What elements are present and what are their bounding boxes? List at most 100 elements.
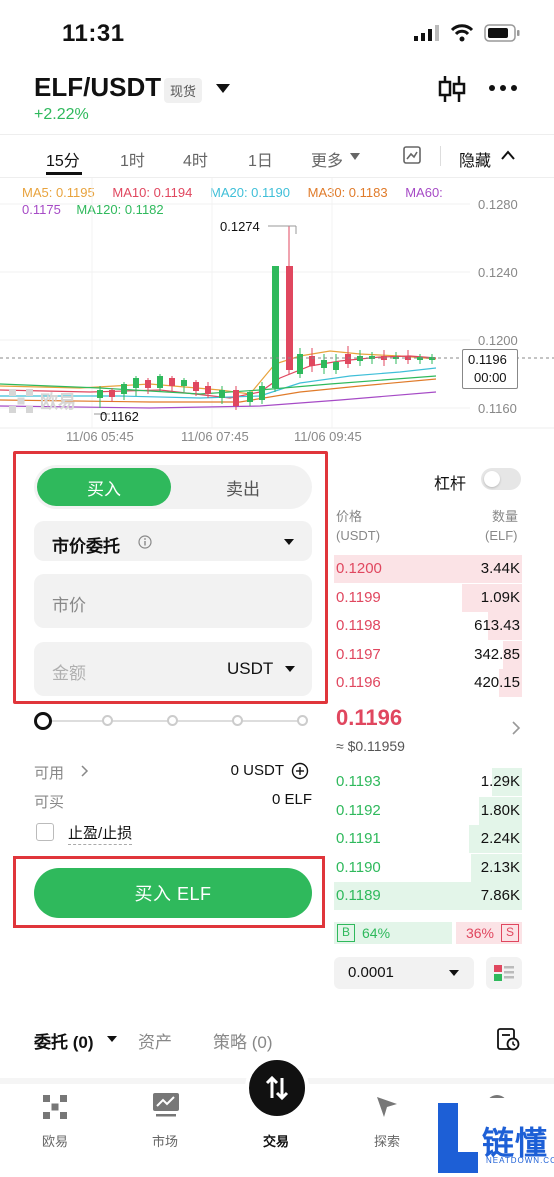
can-buy-value: 0 ELF (271, 791, 312, 808)
ask-row[interactable]: 0.1197 342.85 (334, 640, 522, 669)
candlestick-icon[interactable] (438, 74, 466, 104)
battery-icon (484, 24, 520, 42)
nav-explore[interactable]: 探索 (374, 1131, 400, 1150)
bid-row[interactable]: 0.1189 7.86K (334, 882, 522, 910)
kline-chart[interactable] (0, 178, 554, 446)
low-price-label: 0.1162 (100, 409, 139, 424)
buy-submit-button[interactable]: 买入 ELF (34, 868, 312, 918)
orders-caret-icon (107, 1036, 117, 1042)
ask-price: 0.1198 (336, 617, 381, 634)
nav-okx[interactable]: 欧易 (42, 1131, 68, 1150)
available-label: 可用 (34, 765, 65, 782)
price-header: 价格 (336, 509, 363, 524)
orderbook-layout-icon (494, 965, 514, 981)
qty-unit: (ELF) (485, 528, 518, 543)
bid-price: 0.1193 (336, 773, 381, 790)
depth-precision-value: 0.0001 (348, 964, 394, 981)
chevron-up-icon[interactable] (500, 149, 516, 161)
bid-price: 0.1190 (336, 858, 381, 876)
nav-trade[interactable]: 交易 (263, 1131, 289, 1150)
market-icon[interactable] (152, 1092, 180, 1118)
tp-sl-checkbox[interactable] (36, 823, 54, 841)
ask-price: 0.1197 (336, 645, 381, 663)
info-icon[interactable] (138, 535, 152, 549)
x-tick-1: 11/06 05:45 (66, 429, 134, 444)
mid-price[interactable]: 0.1196 (336, 705, 402, 731)
transfer-plus-icon[interactable] (291, 762, 309, 780)
explore-icon[interactable] (374, 1094, 400, 1120)
nav-market[interactable]: 市场 (152, 1131, 178, 1150)
tab-orders[interactable]: 委托 (0) (34, 1028, 94, 1053)
depth-caret-icon (449, 970, 459, 976)
status-icons (414, 24, 520, 42)
chart-watermark: 欧易 (8, 388, 76, 414)
spot-badge: 现货 (164, 78, 203, 103)
sell-ratio-value: 36% (465, 925, 494, 941)
bid-price: 0.1189 (336, 887, 381, 904)
y-tick-3: 0.1200 (478, 333, 518, 348)
ask-qty: 613.43 (474, 617, 520, 634)
chevron-right-icon[interactable] (511, 720, 521, 736)
can-buy-label: 可买 (34, 794, 65, 811)
tab-15m[interactable]: 15分 (46, 147, 80, 171)
sell-ratio-letter: S (501, 924, 519, 942)
order-type-label: 市价委托 (52, 537, 120, 556)
amount-unit-caret-icon (285, 666, 295, 672)
amount-unit-select[interactable]: USDT (227, 659, 273, 679)
more-icon[interactable] (488, 84, 518, 92)
watermark-subtext: NEATDOWN.COM (486, 1156, 554, 1165)
ask-qty: 3.44K (480, 560, 520, 577)
tab-strategy[interactable]: 策略 (0) (213, 1028, 273, 1053)
bid-qty: 7.86K (480, 887, 520, 904)
tab-1d[interactable]: 1日 (248, 147, 273, 171)
bid-price: 0.1192 (336, 801, 381, 819)
trade-arrows-icon (265, 1075, 289, 1101)
bid-qty: 1.29K (480, 773, 520, 790)
slider-step-100[interactable] (297, 715, 308, 726)
watermark-text: 欧易 (40, 392, 76, 412)
slider-step-50[interactable] (167, 715, 178, 726)
tab-1h[interactable]: 1时 (120, 147, 145, 171)
status-time: 11:31 (62, 20, 125, 47)
ask-price: 0.1196 (336, 674, 381, 691)
okx-logo-icon (9, 389, 33, 413)
more-caret-icon (350, 153, 360, 160)
bid-row[interactable]: 0.1190 2.13K (334, 853, 522, 882)
bid-row[interactable]: 0.1193 1.29K (334, 768, 522, 796)
buy-ratio-value: 64% (362, 925, 391, 941)
slider-step-25[interactable] (102, 715, 113, 726)
ask-qty: 342.85 (474, 645, 520, 663)
slider-step-75[interactable] (232, 715, 243, 726)
ask-row[interactable]: 0.1196 420.15 (334, 669, 522, 697)
y-tick-4: 0.1160 (478, 401, 517, 416)
tab-assets[interactable]: 资产 (138, 1028, 172, 1053)
bid-row[interactable]: 0.1191 2.24K (334, 825, 522, 853)
slider-thumb[interactable] (34, 712, 52, 730)
order-history-icon[interactable] (496, 1026, 520, 1052)
watermark-logo-base (438, 1152, 478, 1173)
price-change: +2.22% (34, 106, 89, 123)
tab-more[interactable]: 更多 (311, 147, 343, 171)
pair-title[interactable]: ELF/USDT (34, 72, 161, 103)
chevron-right-icon[interactable] (80, 765, 90, 777)
okx-home-icon[interactable] (42, 1094, 68, 1120)
tab-4h[interactable]: 4时 (183, 147, 208, 171)
ask-row[interactable]: 0.1198 613.43 (334, 612, 522, 640)
signal-icon (414, 25, 439, 41)
ask-price: 0.1199 (336, 588, 381, 606)
pair-dropdown-icon[interactable] (216, 84, 230, 93)
y-tick-2: 0.1240 (478, 265, 518, 280)
amount-placeholder: 金额 (52, 664, 86, 683)
bid-row[interactable]: 0.1192 1.80K (334, 796, 522, 825)
tp-sl-label[interactable]: 止盈/止损 (68, 822, 133, 845)
hide-chart-button[interactable]: 隐藏 (459, 147, 491, 171)
sell-tab[interactable]: 卖出 (178, 468, 308, 506)
ask-price: 0.1200 (336, 560, 382, 577)
buy-tab[interactable]: 买入 (37, 468, 171, 506)
ask-row[interactable]: 0.1200 3.44K (334, 555, 522, 583)
chart-settings-icon[interactable] (403, 146, 421, 164)
ask-row[interactable]: 0.1199 1.09K (334, 583, 522, 612)
order-type-caret-icon (284, 539, 294, 545)
bid-qty: 1.80K (480, 801, 520, 819)
buy-sell-ratio-bar: B 64% 36% S (334, 922, 522, 944)
